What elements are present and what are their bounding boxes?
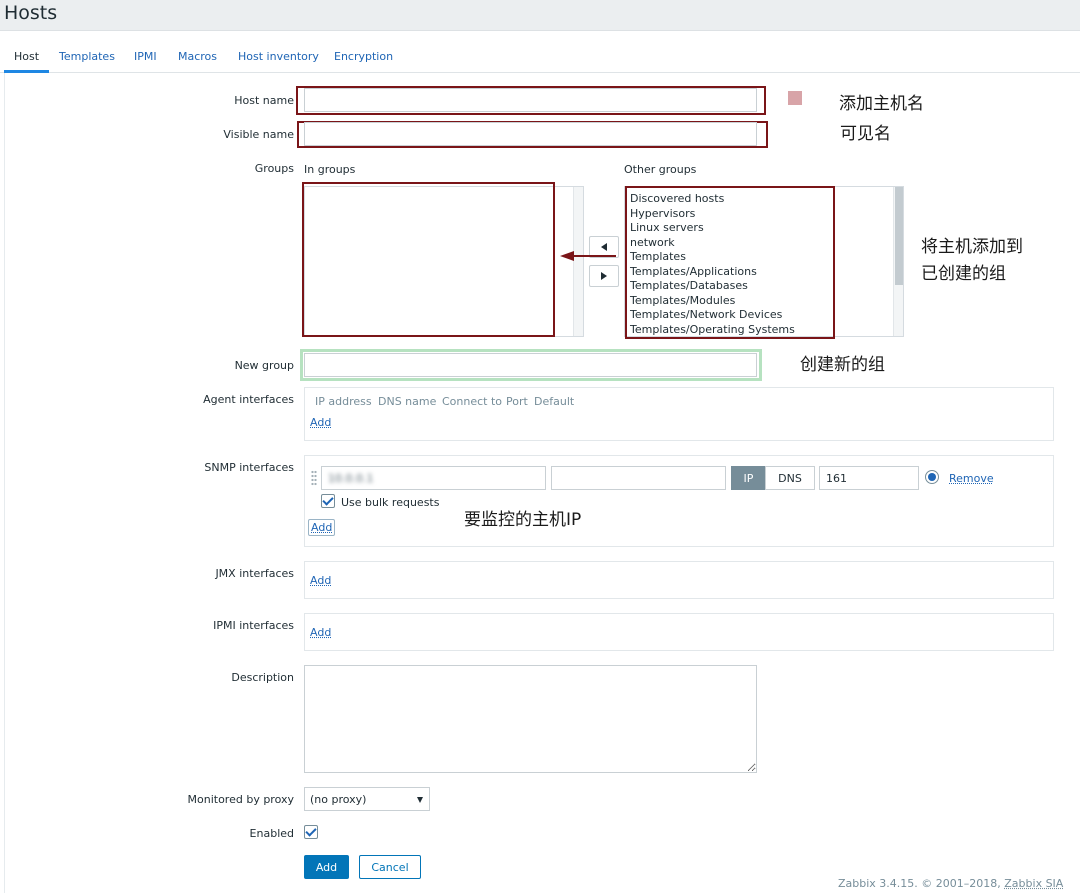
visible-name-input[interactable] [304,122,757,146]
move-to-other-groups-button[interactable] [589,265,619,287]
other-groups-scrollbar[interactable] [893,187,903,336]
snmp-interfaces-label: SNMP interfaces [204,461,294,474]
radio-selected-icon [928,473,936,481]
col-connect-to: Connect to [442,395,503,408]
other-groups-heading: Other groups [624,163,697,176]
snmp-ip-value: 10.0.0.1 [328,472,374,485]
snmp-port-value: 161 [826,472,847,485]
col-dns-name: DNS name [378,395,437,408]
tab-host[interactable]: Host [14,50,39,63]
other-groups-annotation-box [625,186,835,339]
checkmark-icon [322,494,334,506]
marker-square [788,91,802,105]
snmp-ip-input[interactable]: 10.0.0.1 [321,466,546,490]
ipmi-add-link[interactable]: Add [310,626,331,639]
col-ip-address: IP address [315,395,372,408]
snmp-annotation: 要监控的主机IP [464,510,582,530]
jmx-interfaces-box [304,561,1054,599]
proxy-label: Monitored by proxy [187,793,294,806]
enabled-checkbox[interactable] [304,825,318,839]
col-port: Port [506,395,528,408]
description-label: Description [231,671,294,684]
tab-bar: Host Templates IPMI Macros Host inventor… [0,40,1080,73]
tab-host-inventory[interactable]: Host inventory [238,50,319,63]
add-button[interactable]: Add [304,855,349,879]
footer-zabbix-link[interactable]: Zabbix SIA [1004,877,1063,890]
page-title: Hosts [4,2,58,24]
enabled-label: Enabled [249,827,294,840]
agent-interfaces-label: Agent interfaces [203,393,294,406]
proxy-select-value: (no proxy) [310,792,367,806]
ipmi-interfaces-label: IPMI interfaces [213,619,294,632]
in-groups-annotation-box [302,182,555,337]
drag-handle-icon[interactable] [311,470,317,486]
agent-add-link[interactable]: Add [310,416,331,429]
arrow-right-icon [601,272,607,280]
groups-annotation-line2: 已创建的组 [921,264,1006,284]
host-name-input[interactable] [304,88,757,112]
in-groups-heading: In groups [304,163,356,176]
bulk-requests-label: Use bulk requests [341,496,440,509]
connect-ip-toggle[interactable]: IP [731,466,766,490]
snmp-port-input[interactable]: 161 [819,466,919,490]
snmp-add-link[interactable]: Add [308,519,336,536]
snmp-dns-input[interactable] [551,466,726,490]
description-textarea[interactable] [304,665,757,773]
snmp-remove-link[interactable]: Remove [949,472,994,485]
jmx-interfaces-label: JMX interfaces [215,567,294,580]
tab-templates[interactable]: Templates [59,50,115,63]
footer-copyright-text: Zabbix 3.4.15. © 2001–2018, [838,877,1001,890]
col-default: Default [534,395,575,408]
visible-name-annotation: 可见名 [840,124,891,144]
dropdown-arrow-icon [417,797,423,803]
other-groups-scroll-thumb[interactable] [895,187,903,285]
new-group-annotation: 创建新的组 [800,355,885,375]
page-header [0,0,1080,31]
host-name-label: Host name [234,94,294,107]
new-group-label: New group [234,359,294,372]
groups-annotation-line1: 将主机添加到 [921,237,1023,257]
proxy-select[interactable]: (no proxy) [304,787,430,811]
cancel-button[interactable]: Cancel [359,855,421,879]
new-group-input[interactable] [304,353,757,377]
bulk-requests-checkbox[interactable] [321,494,335,508]
jmx-add-link[interactable]: Add [310,574,331,587]
ipmi-interfaces-box [304,613,1054,651]
footer-copyright: Zabbix 3.4.15. © 2001–2018, Zabbix SIA [838,877,1063,890]
annotation-arrow-icon [560,251,616,261]
tab-macros[interactable]: Macros [178,50,217,63]
host-name-annotation: 添加主机名 [839,94,924,114]
groups-label: Groups [254,162,294,175]
checkmark-icon [305,825,317,837]
tab-ipmi[interactable]: IPMI [134,50,157,63]
visible-name-label: Visible name [223,128,294,141]
connect-dns-toggle[interactable]: DNS [765,466,815,490]
snmp-default-radio[interactable] [925,470,939,484]
tab-encryption[interactable]: Encryption [334,50,393,63]
